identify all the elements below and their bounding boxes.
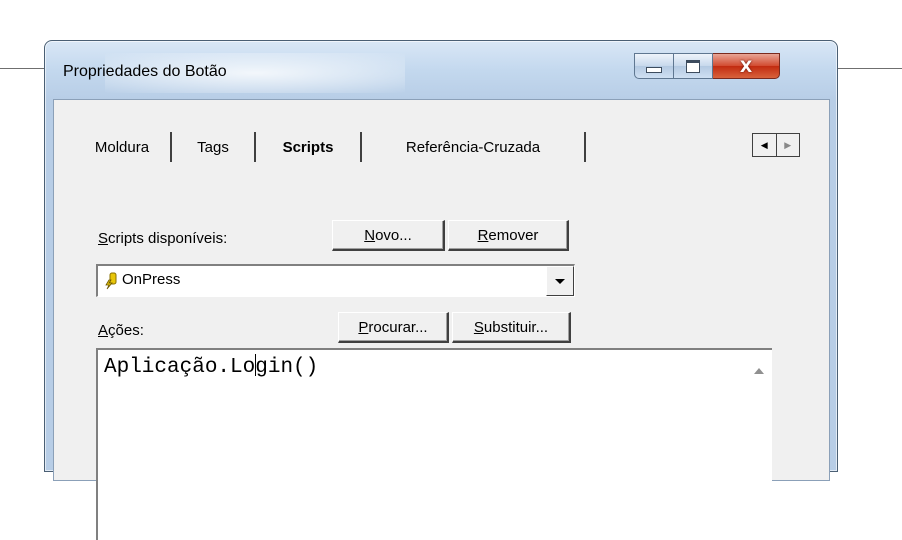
remove-button-mnemonic: R <box>477 226 489 244</box>
actions-label-text: ções: <box>108 322 144 339</box>
maximize-button[interactable] <box>673 53 713 79</box>
replace-button[interactable]: Substituir... <box>452 312 571 343</box>
replace-button-mnemonic: S <box>473 318 484 336</box>
find-button-text: rocurar... <box>368 318 428 336</box>
tab-scripts[interactable]: Scripts <box>256 132 362 162</box>
tab-scroll-left-icon[interactable]: ◀ <box>753 134 777 156</box>
code-text-before-caret: Aplicação.Lo <box>104 356 256 379</box>
script-dropdown-button[interactable] <box>546 266 574 296</box>
find-button[interactable]: Procurar... <box>338 312 449 343</box>
code-line: Aplicação.Login() <box>104 354 318 379</box>
selected-script-value: OnPress <box>122 271 181 288</box>
script-bolt-icon <box>105 272 117 290</box>
tab-moldura[interactable]: Moldura <box>74 132 172 162</box>
button-properties-dialog: Propriedades do Botão X Moldura Tags Scr… <box>44 40 838 540</box>
remove-script-button[interactable]: Remover <box>448 220 569 251</box>
tab-referencia-cruzada[interactable]: Referência-Cruzada <box>362 132 586 162</box>
close-button[interactable]: X <box>713 53 780 79</box>
maximize-icon <box>686 59 700 73</box>
tab-scroll-arrows: ◀ ▶ <box>752 133 800 157</box>
chevron-down-icon <box>555 278 565 284</box>
available-scripts-label-text: cripts disponíveis: <box>108 230 228 247</box>
actions-label: Ações: <box>98 322 144 339</box>
replace-button-text: ubstituir... <box>483 318 549 336</box>
code-text-after-caret: gin() <box>255 356 319 379</box>
caption-buttons: X <box>634 53 780 81</box>
background-line-left <box>0 68 44 69</box>
available-scripts-label-mnemonic: S <box>98 230 109 247</box>
script-select[interactable]: OnPress <box>96 264 575 297</box>
remove-button-text: emover <box>488 226 539 244</box>
minimize-icon <box>646 67 662 73</box>
find-button-mnemonic: P <box>358 318 369 336</box>
actions-code-editor[interactable]: Aplicação.Login() <box>96 348 772 540</box>
new-script-button[interactable]: Novo... <box>332 220 445 251</box>
minimize-button[interactable] <box>634 53 673 79</box>
window-title: Propriedades do Botão <box>63 63 227 80</box>
scroll-up-icon[interactable] <box>754 368 764 374</box>
new-button-mnemonic: N <box>364 226 376 244</box>
actions-label-mnemonic: A <box>98 322 109 339</box>
tab-tags[interactable]: Tags <box>172 132 256 162</box>
close-icon: X <box>739 56 753 76</box>
dialog-client-area: Moldura Tags Scripts Referência-Cruzada … <box>53 99 830 540</box>
tab-scroll-right-icon[interactable]: ▶ <box>777 134 800 156</box>
available-scripts-label: Scripts disponíveis: <box>98 230 227 247</box>
background-line-right <box>836 68 902 69</box>
new-button-text: ovo... <box>375 226 412 244</box>
